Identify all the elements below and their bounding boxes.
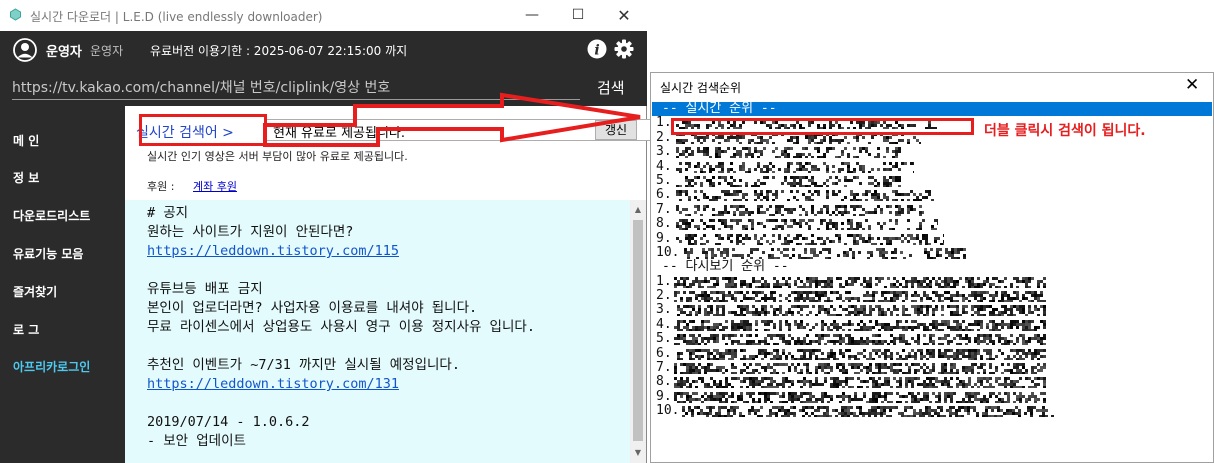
annotation-text: 더블 클릭시 검색이 됩니다. xyxy=(984,123,1146,139)
annotation-arrow xyxy=(263,92,641,147)
annotation-box-keyword xyxy=(139,114,267,146)
annotation-box-first-item xyxy=(671,118,974,135)
